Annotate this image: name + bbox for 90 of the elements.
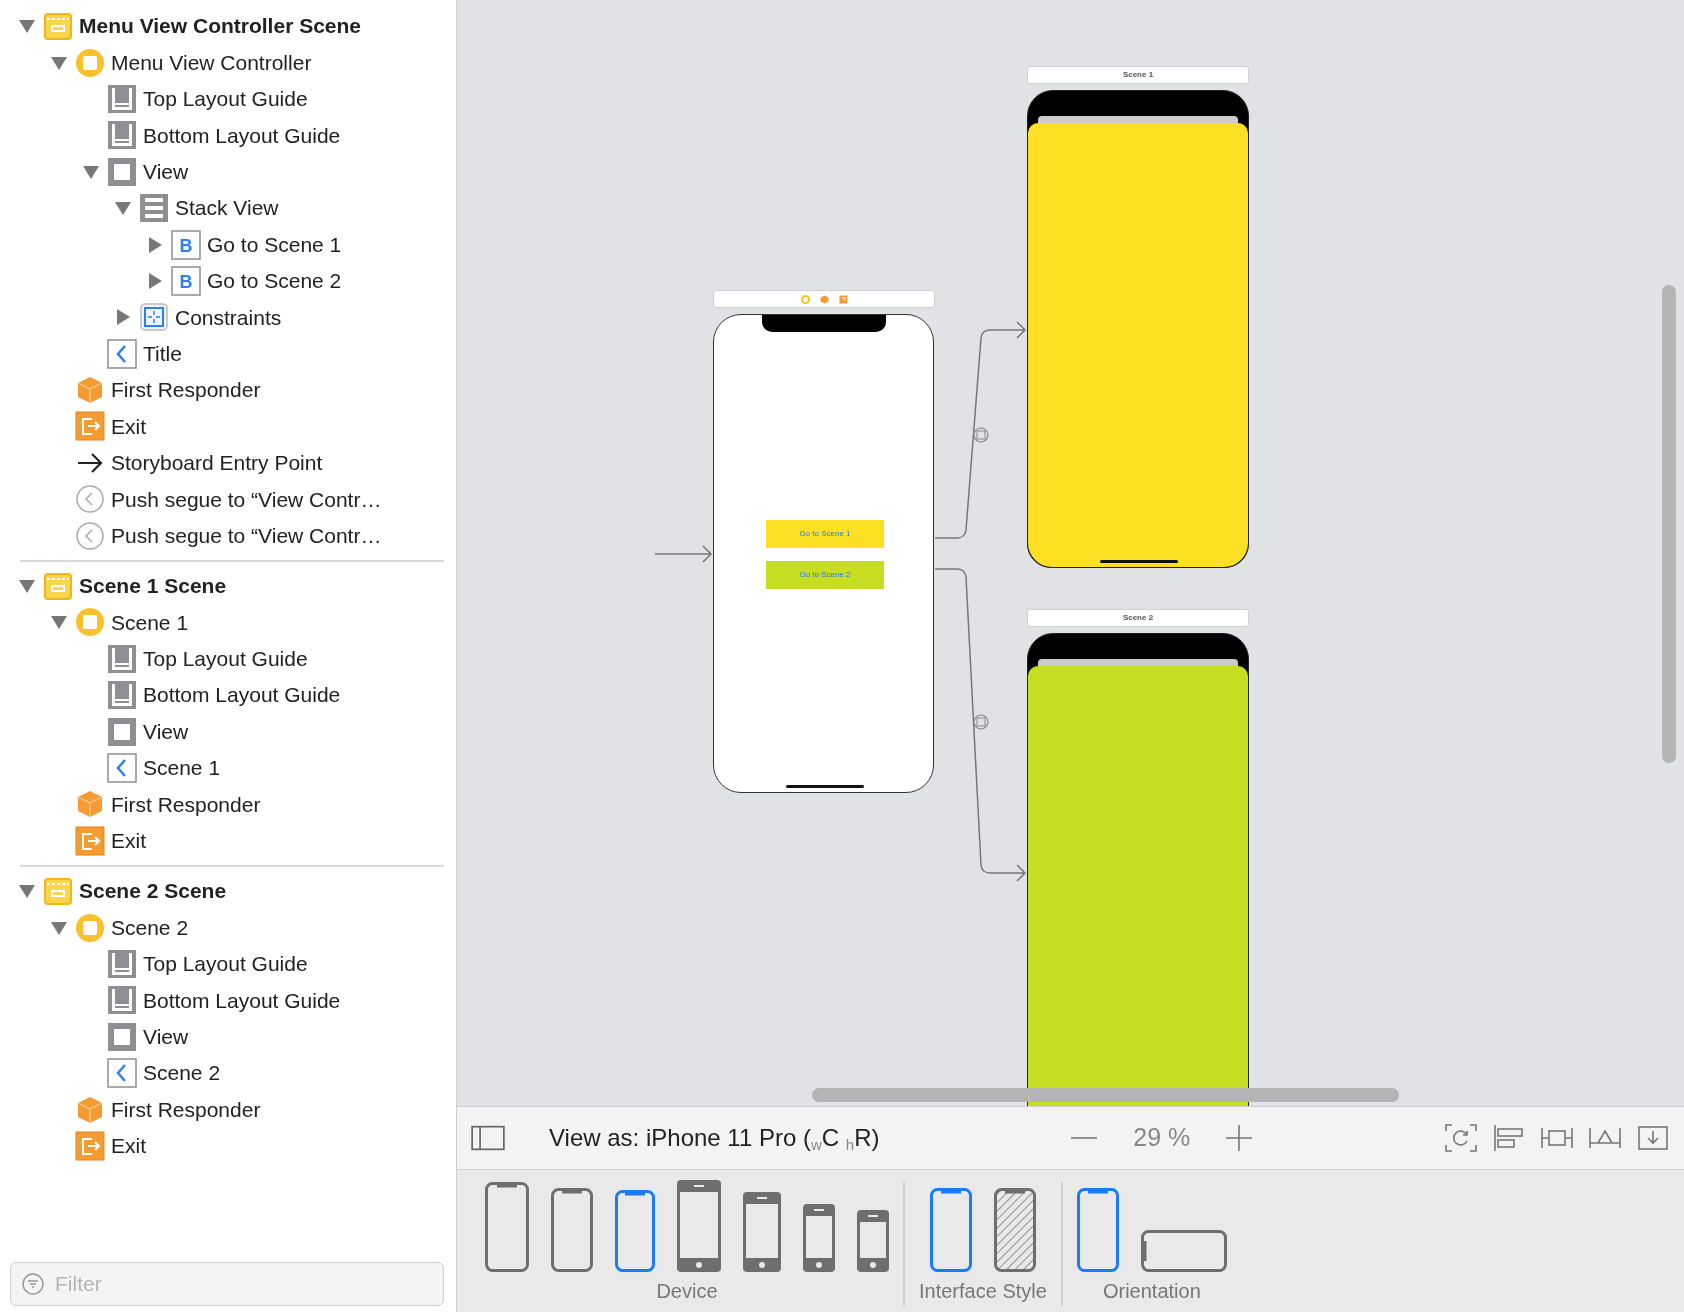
phone-icon[interactable] — [677, 1180, 721, 1272]
outline-item[interactable]: Bottom Layout Guide — [143, 984, 341, 1017]
segue-connector[interactable] — [934, 321, 1026, 539]
group-label: Interface Style — [919, 1279, 1047, 1304]
group-label: Orientation — [1102, 1279, 1201, 1304]
outline-item[interactable]: Scene 1 — [143, 752, 221, 784]
scene-icon — [43, 876, 73, 907]
phone-icon[interactable] — [743, 1192, 781, 1272]
outline-item[interactable]: View — [143, 715, 189, 748]
back-chevron-icon — [107, 753, 137, 783]
entry-arrow — [654, 545, 713, 563]
outline-item[interactable]: Scene 2 — [111, 911, 189, 944]
scene-title[interactable]: Menu View Controller Scene — [79, 10, 361, 42]
layout-guide-icon — [107, 643, 137, 674]
outline-item[interactable]: First Responder — [111, 788, 261, 821]
button-icon: B — [171, 229, 201, 260]
outline-item[interactable]: Push segue to “View Contr… — [111, 483, 382, 515]
controller-icon — [75, 912, 105, 943]
outline-item[interactable]: Exit — [111, 825, 146, 857]
outline-item[interactable]: First Responder — [111, 1093, 261, 1126]
scene-title-bar: Scene 1 — [1027, 66, 1249, 84]
stack-view-icon — [139, 193, 169, 224]
layout-guide-icon — [107, 680, 137, 711]
outline-item[interactable]: Exit — [111, 410, 146, 443]
outline-item[interactable]: Go to Scene 2 — [207, 265, 342, 297]
outline-item[interactable]: Bottom Layout Guide — [143, 679, 341, 711]
filter-icon — [21, 1272, 45, 1296]
constraints-icon — [139, 302, 169, 333]
outline-item[interactable]: Title — [143, 337, 182, 370]
embed-icon[interactable] — [1636, 1123, 1670, 1153]
back-chevron-icon — [107, 1058, 137, 1089]
layout-guide-icon — [107, 948, 137, 979]
view-as-label[interactable]: View as: iPhone 11 Pro ($_{w}$C $_{h}$R) — [549, 1120, 880, 1156]
layout-guide-icon — [107, 985, 137, 1016]
outline-item[interactable]: Exit — [111, 1130, 146, 1162]
group-label: Device — [656, 1279, 718, 1304]
dark-phone-icon[interactable] — [993, 1188, 1036, 1272]
outline-item[interactable]: Menu View Controller — [111, 46, 312, 79]
outline-item[interactable]: First Responder — [111, 374, 261, 406]
outline-item[interactable]: Scene 2 — [143, 1057, 221, 1089]
scene-title[interactable]: Scene 1 Scene — [79, 570, 227, 602]
scene-title-bar: Scene 2 — [1027, 609, 1249, 627]
outline-item[interactable]: Constraints — [175, 301, 282, 334]
segue-circle-icon — [75, 520, 105, 551]
exit-icon — [75, 1130, 105, 1161]
segue-icon[interactable] — [973, 427, 989, 443]
phone-icon[interactable] — [615, 1190, 655, 1272]
align-icon[interactable] — [1492, 1123, 1526, 1153]
portrait-phone-icon[interactable] — [1076, 1188, 1119, 1272]
outline-item[interactable]: Scene 1 — [111, 606, 189, 639]
sidebar-toggle-icon[interactable] — [471, 1123, 505, 1153]
back-chevron-icon — [107, 338, 137, 369]
controller-icon — [75, 607, 105, 638]
button-icon: B — [171, 265, 201, 296]
outline-item[interactable]: Storyboard Entry Point — [111, 447, 323, 479]
outline-item[interactable]: View — [143, 1021, 189, 1053]
outline-item[interactable]: Stack View — [175, 192, 279, 224]
scene-icon — [43, 571, 73, 602]
outline-item[interactable]: Top Layout Guide — [143, 643, 308, 675]
layout-guide-icon — [107, 83, 137, 114]
scene-icon — [43, 11, 73, 42]
view-icon — [107, 156, 137, 187]
landscape-phone-icon[interactable] — [1140, 1230, 1227, 1272]
phone-icon[interactable] — [551, 1188, 593, 1272]
refresh-icon[interactable] — [1444, 1123, 1478, 1153]
outline-item[interactable]: Bottom Layout Guide — [143, 119, 341, 152]
outline-item[interactable]: Top Layout Guide — [143, 83, 308, 115]
phone-icon[interactable] — [485, 1182, 529, 1272]
view-icon — [107, 716, 137, 747]
segue-icon[interactable] — [973, 714, 989, 730]
exit-icon[interactable] — [838, 294, 848, 304]
layout-guide-icon — [107, 120, 137, 151]
light-phone-icon[interactable] — [929, 1188, 972, 1272]
view-icon — [107, 1021, 137, 1052]
cube-icon — [75, 375, 105, 406]
segue-circle-icon — [75, 484, 105, 515]
exit-icon — [75, 411, 105, 442]
exit-icon — [75, 825, 105, 856]
scene-title[interactable]: Scene 2 Scene — [79, 875, 227, 907]
outline-item[interactable]: Go to Scene 1 — [207, 228, 342, 261]
cube-icon — [75, 789, 105, 820]
phone-icon[interactable] — [803, 1204, 835, 1272]
outline-item[interactable]: Push segue to “View Contr… — [111, 519, 382, 552]
controller-icon — [75, 47, 105, 78]
outline-item[interactable]: Top Layout Guide — [143, 948, 308, 980]
cube-icon — [75, 1094, 105, 1125]
cube-icon[interactable] — [819, 294, 829, 304]
outline-item[interactable]: View — [143, 156, 189, 188]
phone-icon[interactable] — [857, 1210, 889, 1272]
zoom-level: 29 % — [1133, 1122, 1191, 1154]
